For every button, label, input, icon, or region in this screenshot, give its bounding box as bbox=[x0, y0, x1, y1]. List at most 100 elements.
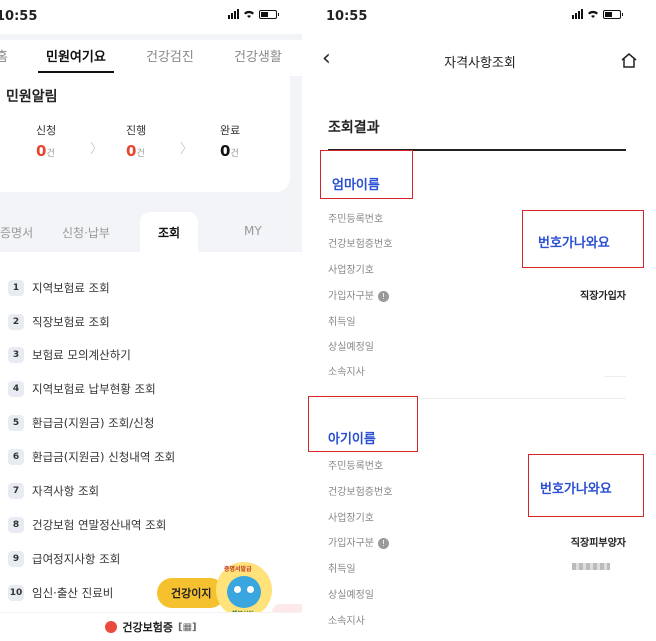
number-annotation: 번호가나와요 bbox=[540, 482, 612, 497]
status-bar: 10:55 bbox=[0, 0, 302, 34]
menu-item[interactable]: 3 보험료 모의계산하기 bbox=[8, 347, 131, 363]
menu-item[interactable]: 4 지역보험료 납부현황 조회 bbox=[8, 381, 156, 397]
menu-item[interactable]: 5 환급금(지원금) 조회/신청 bbox=[8, 415, 154, 431]
row-label: 사업장기호 bbox=[328, 513, 374, 524]
row-label: 건강보험증번호 bbox=[328, 487, 393, 498]
stat-unit: 건 bbox=[230, 149, 239, 159]
item-number: 3 bbox=[8, 347, 24, 363]
chatbot-mascot-button[interactable]: 증명서발급 챗봇상담 bbox=[216, 562, 272, 618]
civil-alert-card: 민원알림 신청 0건 〉 진행 0건 〉 완료 0건 bbox=[0, 76, 290, 192]
page-title: 자격사항조회 bbox=[444, 56, 516, 71]
subtab-my[interactable]: MY bbox=[244, 224, 262, 238]
battery-icon bbox=[259, 9, 279, 19]
stat-unit: 건 bbox=[136, 149, 145, 159]
masked-value bbox=[572, 563, 610, 570]
stat-count: 0 bbox=[126, 142, 137, 160]
home-icon[interactable] bbox=[620, 52, 638, 68]
stat-label: 진행 bbox=[126, 124, 147, 137]
item-number: 9 bbox=[8, 551, 24, 567]
chevron-right-icon: 〉 bbox=[90, 142, 104, 157]
stat-unit: 건 bbox=[46, 149, 55, 159]
person-name: 엄마이름 bbox=[332, 178, 380, 193]
status-bar: 10:55 bbox=[304, 0, 656, 34]
chevron-right-icon: 〉 bbox=[180, 142, 194, 157]
row-label: 사업장기호 bbox=[328, 265, 374, 276]
menu-item[interactable]: 6 환급금(지원금) 신청내역 조회 bbox=[8, 449, 175, 465]
item-label: 지역보험료 납부현황 조회 bbox=[32, 382, 156, 396]
stat-count: 0 bbox=[36, 142, 47, 160]
row-label: 상실예정일 bbox=[328, 342, 374, 353]
menu-item[interactable]: 9 급여정지사항 조회 bbox=[8, 551, 120, 567]
number-annotation: 번호가나와요 bbox=[538, 236, 610, 251]
stat-completed[interactable]: 완료 0건 bbox=[220, 122, 240, 160]
row-label: 취득일 bbox=[328, 564, 356, 575]
menu-item[interactable]: 2 직장보험료 조회 bbox=[8, 314, 110, 330]
tab-health-life[interactable]: 건강생활 bbox=[226, 40, 290, 71]
person-divider bbox=[604, 376, 626, 377]
result-section-title: 조회결과 bbox=[328, 120, 380, 136]
left-screen: 10:55 홈 민원여기요 건강검진 건강생활 민원알림 신청 0건 〉 진행 … bbox=[0, 0, 302, 641]
tab-home[interactable]: 홈 bbox=[0, 40, 16, 71]
subtab-inquiry[interactable]: 조회 bbox=[140, 212, 199, 254]
item-label: 지역보험료 조회 bbox=[32, 281, 110, 295]
item-number: 4 bbox=[8, 381, 24, 397]
top-nav: 홈 민원여기요 건강검진 건강생활 bbox=[0, 40, 302, 76]
row-label: 상실예정일 bbox=[328, 590, 374, 601]
subtab-certificate[interactable]: 증명서 bbox=[0, 224, 33, 241]
battery-icon bbox=[603, 9, 623, 19]
tab-health-checkup[interactable]: 건강검진 bbox=[138, 40, 202, 71]
menu-item[interactable]: 10 임신·출산 진료비 bbox=[8, 585, 113, 601]
signal-icon bbox=[228, 9, 239, 19]
item-number: 8 bbox=[8, 517, 24, 533]
item-label: 환급금(지원금) 조회/신청 bbox=[32, 416, 155, 430]
row-label: 소속지사 bbox=[328, 367, 365, 378]
row-label: 가입자구분! bbox=[328, 534, 389, 549]
member-type-value: 직장피부양자 bbox=[570, 538, 626, 549]
item-label: 보험료 모의계산하기 bbox=[32, 348, 131, 362]
item-label: 임신·출산 진료비 bbox=[32, 586, 114, 600]
sub-tabs: 증명서 신청·납부 조회 MY bbox=[0, 212, 302, 254]
footer-brand[interactable]: 건강보험증 [▦] bbox=[0, 612, 302, 641]
stat-label: 완료 bbox=[220, 124, 241, 137]
alert-title: 민원알림 bbox=[6, 89, 58, 105]
page-header: ‹ 자격사항조회 bbox=[304, 40, 656, 80]
tab-civil-service[interactable]: 민원여기요 bbox=[38, 40, 114, 73]
mascot-badge-top: 증명서발급 bbox=[224, 566, 252, 573]
row-label: 소속지사 bbox=[328, 616, 365, 627]
stat-in-progress[interactable]: 진행 0건 bbox=[126, 122, 146, 160]
brand-logo-icon bbox=[105, 621, 118, 633]
row-label-text: 가입자구분 bbox=[328, 291, 374, 302]
menu-item[interactable]: 8 건강보험 연말정산내역 조회 bbox=[8, 517, 166, 533]
item-number: 2 bbox=[8, 314, 24, 330]
item-label: 급여정지사항 조회 bbox=[32, 552, 121, 566]
status-icons bbox=[572, 9, 623, 19]
status-time: 10:55 bbox=[326, 9, 368, 24]
subtab-apply-pay[interactable]: 신청·납부 bbox=[62, 224, 110, 241]
item-label: 건강보험 연말정산내역 조회 bbox=[32, 518, 167, 532]
menu-item[interactable]: 7 자격사항 조회 bbox=[8, 483, 99, 499]
member-type-value: 직장가입자 bbox=[580, 291, 626, 302]
item-label: 환급금(지원금) 신청내역 조회 bbox=[32, 450, 176, 464]
stat-label: 신청 bbox=[36, 124, 57, 137]
row-label: 취득일 bbox=[328, 317, 356, 328]
right-screen: 10:55 ‹ 자격사항조회 조회결과 엄마이름 주민등록번호 건강보험증번호 … bbox=[304, 0, 656, 641]
item-number: 1 bbox=[8, 280, 24, 296]
row-label-text: 가입자구분 bbox=[328, 538, 374, 549]
person-name: 아기이름 bbox=[328, 432, 376, 447]
item-label: 직장보험료 조회 bbox=[32, 315, 110, 329]
brand-label: 건강보험증 bbox=[122, 621, 173, 634]
wifi-icon bbox=[244, 10, 254, 18]
menu-item[interactable]: 1 지역보험료 조회 bbox=[8, 280, 110, 296]
stat-applied[interactable]: 신청 0건 bbox=[36, 122, 56, 160]
status-icons bbox=[228, 9, 279, 19]
signal-icon bbox=[572, 9, 583, 19]
item-number: 10 bbox=[8, 585, 24, 601]
info-icon[interactable]: ! bbox=[378, 537, 389, 549]
row-label: 건강보험증번호 bbox=[328, 239, 393, 250]
info-icon[interactable]: ! bbox=[378, 290, 389, 302]
mascot-face-icon bbox=[227, 576, 261, 608]
row-label: 주민등록번호 bbox=[328, 461, 384, 472]
row-label: 주민등록번호 bbox=[328, 214, 384, 225]
item-number: 5 bbox=[8, 415, 24, 431]
qr-icon: [▦] bbox=[178, 621, 197, 633]
